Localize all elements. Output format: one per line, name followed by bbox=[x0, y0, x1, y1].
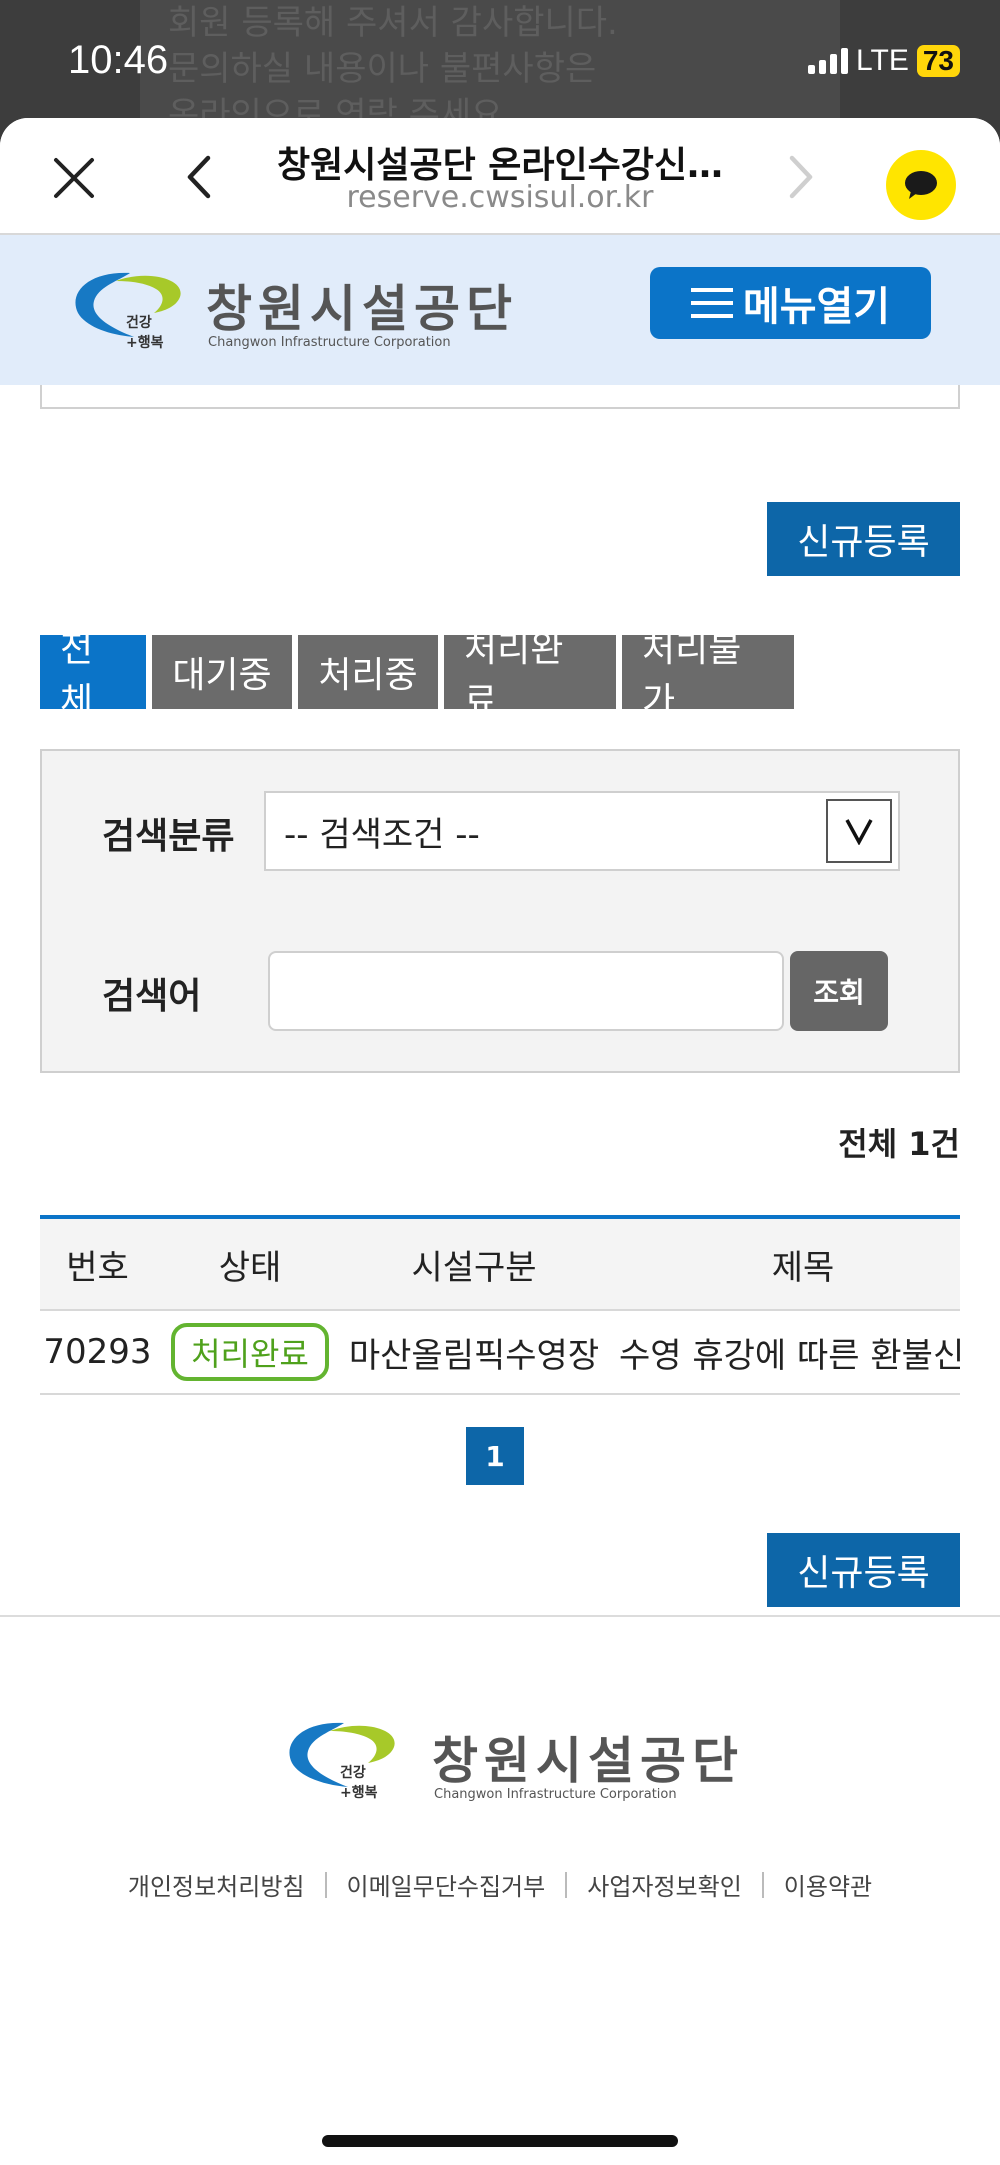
background-text-line: 온라인으로 연락 주세요 bbox=[168, 95, 503, 118]
footer-separator bbox=[565, 1871, 568, 1898]
browser-navbar: 창원시설공단 온라인수강신… reserve.cwsisul.or.kr bbox=[0, 118, 1000, 235]
hamburger-icon bbox=[690, 288, 733, 318]
tab-waiting[interactable]: 대기중 bbox=[152, 635, 292, 709]
search-input[interactable] bbox=[268, 951, 784, 1031]
footer-link-email[interactable]: 이메일무단수집거부 bbox=[347, 1867, 546, 1902]
svg-text:+행복: +행복 bbox=[340, 1785, 378, 1801]
logo-swoosh-icon: 건강 +행복 bbox=[75, 272, 181, 351]
header-status: 상태 bbox=[218, 1247, 282, 1288]
logo-swoosh-icon: 건강 +행복 bbox=[289, 1722, 395, 1801]
chat-bubble-icon bbox=[905, 171, 937, 199]
battery-icon: 73 bbox=[916, 45, 960, 77]
chat-button[interactable] bbox=[886, 150, 956, 220]
header-title: 제목 bbox=[771, 1247, 835, 1288]
footer-divider bbox=[0, 1615, 1000, 1617]
menu-open-button[interactable]: 메뉴열기 bbox=[650, 267, 931, 339]
cell-title-link[interactable]: 수영 휴강에 따른 환불신청 bbox=[603, 1328, 960, 1377]
search-panel: 검색분류 -- 검색조건 -- 검색어 조회 bbox=[40, 749, 960, 1073]
footer-link-business[interactable]: 사업자정보확인 bbox=[587, 1867, 742, 1902]
tab-rejected[interactable]: 처리불가 bbox=[622, 629, 794, 722]
pagination-page-1[interactable]: 1 bbox=[466, 1427, 524, 1485]
footer-link-terms[interactable]: 이용약관 bbox=[784, 1867, 872, 1902]
svg-text:건강: 건강 bbox=[340, 1764, 366, 1781]
tab-processing[interactable]: 처리중 bbox=[298, 635, 438, 709]
footer-logo: 건강 +행복 창원시설공단 Changwon Infrastructure Co… bbox=[282, 1715, 738, 1825]
inquiry-table: 번호 상태 시설구분 제목 70293 처리완료 마산올림픽수영장 수영 휴강에… bbox=[40, 1215, 960, 1395]
svg-text:+행복: +행복 bbox=[126, 335, 164, 351]
close-icon[interactable] bbox=[52, 156, 96, 200]
background-text-line: 회원 등록해 주셔서 감사합니다. bbox=[168, 3, 618, 43]
search-category-label: 검색분류 bbox=[102, 816, 235, 857]
search-category-value: -- 검색조건 -- bbox=[284, 814, 480, 855]
site-header: 건강 +행복 창원시설공단 Changwon Infrastructure Co… bbox=[0, 235, 1000, 385]
signal-icon bbox=[808, 48, 849, 74]
new-register-button-bottom[interactable]: 신규등록 bbox=[767, 1533, 960, 1607]
cell-status: 처리완료 bbox=[155, 1323, 345, 1381]
search-keyword-label: 검색어 bbox=[102, 976, 202, 1017]
search-category-select[interactable]: -- 검색조건 -- bbox=[264, 791, 900, 871]
header-no: 번호 bbox=[66, 1247, 129, 1288]
new-register-button[interactable]: 신규등록 bbox=[767, 502, 960, 576]
status-badge: 처리완료 bbox=[171, 1323, 329, 1381]
header-facility: 시설구분 bbox=[411, 1247, 537, 1288]
footer-link-privacy[interactable]: 개인정보처리방침 bbox=[128, 1867, 305, 1902]
menu-button-label: 메뉴열기 bbox=[742, 284, 891, 330]
tab-all[interactable]: 전체 bbox=[40, 629, 146, 722]
footer-separator bbox=[761, 1871, 764, 1898]
status-bar: 회원 등록해 주셔서 감사합니다. 문의하실 내용이나 불편사항은 온라인으로 … bbox=[0, 0, 1000, 120]
back-icon[interactable] bbox=[180, 154, 220, 200]
total-count: 전체 1건 bbox=[838, 1125, 960, 1163]
background-page-text: 회원 등록해 주셔서 감사합니다. 문의하실 내용이나 불편사항은 온라인으로 … bbox=[140, 0, 840, 118]
cell-no: 70293 bbox=[43, 1332, 152, 1372]
forward-icon[interactable] bbox=[780, 154, 820, 200]
status-tabs: 전체 대기중 처리중 처리완료 처리불가 bbox=[40, 629, 794, 722]
table-row[interactable]: 70293 처리완료 마산올림픽수영장 수영 휴강에 따른 환불신청 bbox=[40, 1311, 960, 1395]
chevron-down-icon[interactable] bbox=[826, 799, 892, 863]
home-indicator[interactable] bbox=[322, 2135, 678, 2147]
footer-logo-subtext: Changwon Infrastructure Corporation bbox=[434, 1787, 677, 1802]
site-logo[interactable]: 건강 +행복 창원시설공단 Changwon Infrastructure Co… bbox=[68, 265, 512, 365]
top-box-border bbox=[40, 385, 960, 409]
logo-subtext: Changwon Infrastructure Corporation bbox=[208, 335, 451, 350]
background-text-line: 문의하실 내용이나 불편사항은 bbox=[168, 49, 597, 89]
status-time: 10:46 bbox=[68, 38, 169, 82]
status-indicators: LTE 73 bbox=[808, 44, 960, 78]
footer-links: 개인정보처리방침 이메일무단수집거부 사업자정보확인 이용약관 bbox=[0, 1867, 1000, 1902]
footer-logo-text: 창원시설공단 bbox=[432, 1732, 744, 1790]
table-header: 번호 상태 시설구분 제목 bbox=[40, 1219, 960, 1311]
footer-separator bbox=[324, 1871, 327, 1898]
svg-text:건강: 건강 bbox=[126, 314, 152, 331]
cell-facility: 마산올림픽수영장 bbox=[348, 1335, 600, 1376]
browser-sheet: 창원시설공단 온라인수강신… reserve.cwsisul.or.kr 건강 … bbox=[0, 118, 1000, 2165]
page-url[interactable]: reserve.cwsisul.or.kr bbox=[250, 180, 750, 215]
logo-text: 창원시설공단 bbox=[206, 280, 518, 338]
search-button[interactable]: 조회 bbox=[790, 951, 888, 1031]
network-label: LTE bbox=[856, 44, 909, 77]
tab-completed[interactable]: 처리완료 bbox=[444, 629, 616, 722]
